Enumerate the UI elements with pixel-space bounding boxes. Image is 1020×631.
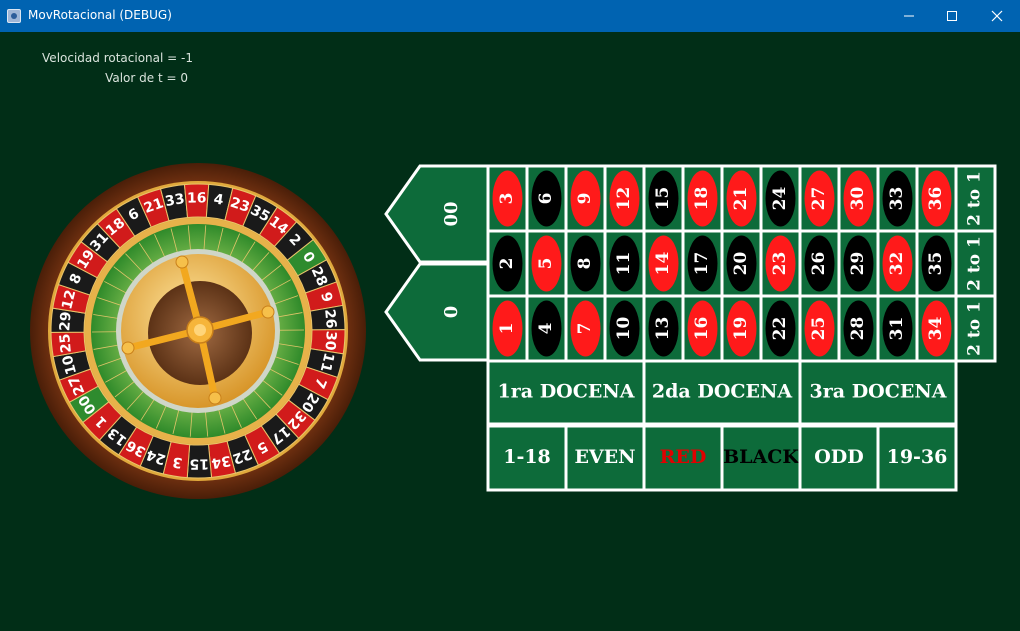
number-label: 29: [848, 252, 868, 276]
number-label: 10: [614, 317, 634, 341]
number-label: 23: [770, 252, 790, 276]
outside-bet-label: EVEN: [574, 446, 635, 468]
number-label: 22: [770, 317, 790, 341]
number-label: 36: [926, 187, 946, 211]
number-label: 28: [848, 317, 868, 341]
number-label: 32: [887, 252, 907, 276]
number-label: 18: [692, 187, 712, 211]
number-label: 19: [731, 317, 751, 341]
outside-bet-label: ODD: [814, 446, 864, 468]
number-label: 7: [575, 323, 595, 335]
number-label: 8: [575, 258, 595, 270]
column-bet-label: 2 to 1: [965, 236, 985, 291]
number-label: 31: [887, 317, 907, 341]
number-label: 35: [926, 252, 946, 276]
number-label: 14: [653, 252, 673, 276]
number-label: 26: [809, 252, 829, 276]
number-label: 6: [536, 193, 556, 205]
number-label: 20: [731, 252, 751, 276]
dozen-label: 3ra DOCENA: [810, 381, 947, 403]
number-label: 12: [614, 187, 634, 211]
number-label: 34: [926, 317, 946, 341]
number-label: 11: [614, 252, 634, 276]
number-label: 25: [809, 317, 829, 341]
number-label: 27: [809, 187, 829, 211]
number-label: 30: [848, 187, 868, 211]
dozen-label: 2da DOCENA: [652, 381, 792, 403]
column-bet-label: 2 to 1: [965, 171, 985, 226]
outside-bet-label: BLACK: [723, 446, 800, 468]
number-label: 17: [692, 252, 712, 276]
number-label: 16: [692, 317, 712, 341]
number-label: 15: [653, 187, 673, 211]
number-label: 21: [731, 187, 751, 211]
number-label: 33: [887, 187, 907, 211]
outside-bet-label: 1-18: [503, 446, 551, 468]
zero-label: 00: [441, 201, 462, 226]
dozen-label: 1ra DOCENA: [498, 381, 635, 403]
number-label: 13: [653, 317, 673, 341]
outside-bet-label: RED: [660, 446, 707, 468]
number-label: 3: [497, 193, 517, 205]
number-label: 4: [536, 322, 556, 334]
betting-board[interactable]: 0003 6 9 12 15 18 21 24 27 30 33 362 5 8 11 14 17 20 23 26 2…: [0, 0, 1020, 631]
number-label: 24: [770, 187, 790, 211]
number-label: 9: [575, 193, 595, 205]
number-label: 1: [497, 323, 517, 335]
number-label: 5: [536, 258, 556, 270]
column-bet-label: 2 to 1: [965, 301, 985, 356]
number-label: 2: [497, 258, 517, 270]
bet-zero[interactable]: [384, 262, 490, 362]
bet-double-zero[interactable]: [384, 164, 490, 264]
outside-bet-label: 19-36: [887, 446, 948, 468]
zero-label: 0: [441, 306, 462, 319]
